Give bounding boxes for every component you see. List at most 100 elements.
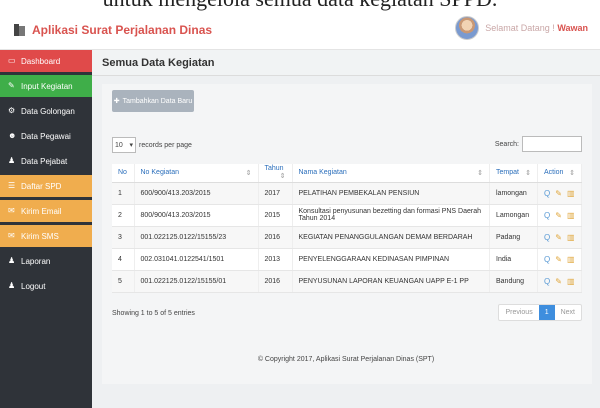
users-icon: ☻ — [8, 131, 17, 140]
table-controls: 10 ▾ records per page Search: — [112, 136, 582, 154]
user-icon: ♟ — [8, 156, 16, 165]
table-cell: 001.022125.0122/15155/23 — [134, 226, 259, 249]
sidebar-item-laporan[interactable]: ♟ Laporan — [0, 250, 92, 272]
table-cell: 1 — [112, 182, 135, 205]
column-header-tahun[interactable]: Tahun ⇕ — [258, 164, 293, 183]
previous-button[interactable]: Previous — [499, 305, 538, 320]
user-menu[interactable]: Selamat Datang ! Wawan — [455, 16, 588, 40]
sidebar-item-label: Input Kegiatan — [21, 81, 73, 91]
records-per-page-value: 10 — [115, 141, 123, 149]
kegiatan-table: No No Kegiatan ⇕ Tahun ⇕ Nama Kegiatan ⇕ Te… — [112, 164, 582, 293]
search-label: Search: — [494, 140, 519, 148]
sidebar-item-daftar-spd[interactable]: ☰ Daftar SPD — [0, 175, 92, 197]
sort-icon: ⇕ — [245, 169, 252, 177]
table-cell: 4 — [112, 248, 135, 271]
sidebar-item-label: Laporan — [21, 256, 51, 266]
edit-icon[interactable]: ✎ — [555, 233, 562, 242]
records-per-page-select[interactable]: 10 ▾ — [112, 137, 136, 153]
action-cell: Q ✎ ▥ — [537, 182, 582, 205]
delete-icon[interactable]: ▥ — [567, 277, 575, 286]
sidebar-item-data-pejabat[interactable]: ♟ Data Pejabat — [0, 150, 92, 172]
data-panel: ✚ Tambahkan Data Baru 10 ▾ records per p… — [102, 84, 592, 384]
delete-icon[interactable]: ▥ — [567, 233, 575, 242]
sidebar-item-data-pegawai[interactable]: ☻ Data Pegawai — [0, 125, 92, 147]
page-title: Semua Data Kegiatan — [92, 50, 600, 76]
sidebar-item-kirim-sms[interactable]: ✉ Kirim SMS — [0, 225, 92, 247]
table-cell: 2015 — [258, 204, 293, 227]
action-cell: Q ✎ ▥ — [537, 226, 582, 249]
delete-icon[interactable]: ▥ — [567, 255, 575, 264]
table-cell: 2017 — [258, 182, 293, 205]
email-icon: ✉ — [8, 206, 15, 215]
column-header-tempat[interactable]: Tempat ⇕ — [489, 164, 538, 183]
edit-icon[interactable]: ✎ — [555, 189, 562, 198]
sidebar-item-label: Data Golongan — [21, 106, 75, 116]
table-cell: Konsultasi penyusunan bezetting dan form… — [292, 204, 490, 227]
table-row: 1 600/900/413.203/2015 2017 PELATIHAN PEMBE… — [112, 182, 582, 205]
table-cell: 2 — [112, 204, 135, 227]
table-cell: Lamongan — [489, 204, 538, 227]
sidebar: ▭ Dashboard ✎ Input Kegiatan ⚙ Data Golongan ☻… — [0, 50, 92, 408]
edit-icon[interactable]: ✎ — [555, 255, 562, 264]
top-bar: Aplikasi Surat Perjalanan Dinas Selamat … — [0, 12, 600, 50]
delete-icon[interactable]: ▥ — [567, 211, 575, 220]
sidebar-item-label: Data Pegawai — [21, 131, 71, 141]
report-icon: ♟ — [8, 256, 16, 265]
logout-icon: ♟ — [8, 281, 16, 290]
table-row: 3 001.022125.0122/15155/23 2016 KEGIATAN PE… — [112, 226, 582, 249]
pagination: Previous 1 Next — [498, 304, 582, 321]
add-data-label: Tambahkan Data Baru — [122, 97, 193, 105]
edit-icon[interactable]: ✎ — [555, 277, 562, 286]
table-cell: 2016 — [258, 226, 293, 249]
table-cell: 3 — [112, 226, 135, 249]
brand[interactable]: Aplikasi Surat Perjalanan Dinas — [14, 23, 212, 37]
add-data-button[interactable]: ✚ Tambahkan Data Baru — [112, 90, 194, 112]
view-icon[interactable]: Q — [544, 189, 550, 198]
user-greeting: Selamat Datang ! Wawan — [485, 23, 588, 33]
table-cell: lamongan — [489, 182, 538, 205]
greeting-text: Selamat Datang ! — [485, 23, 555, 33]
next-button[interactable]: Next — [555, 305, 581, 320]
view-icon[interactable]: Q — [544, 211, 550, 220]
search-input[interactable] — [522, 136, 582, 152]
table-row: 2 800/900/413.203/2015 2015 Konsultasi peny… — [112, 204, 582, 227]
column-header-no-kegiatan[interactable]: No Kegiatan ⇕ — [134, 164, 259, 183]
sidebar-item-logout[interactable]: ♟ Logout — [0, 275, 92, 297]
records-per-page-label: records per page — [139, 141, 192, 149]
action-cell: Q ✎ ▥ — [537, 270, 582, 293]
sort-icon: ⇕ — [525, 169, 531, 177]
page-1-button[interactable]: 1 — [538, 305, 555, 320]
sort-icon: ⇕ — [477, 169, 483, 177]
footer-copyright: © Copyright 2017, Aplikasi Surat Perjala… — [257, 356, 435, 363]
sort-icon: ⇕ — [279, 173, 286, 181]
view-icon[interactable]: Q — [544, 255, 550, 264]
sidebar-item-label: Kirim SMS — [21, 231, 59, 241]
view-icon[interactable]: Q — [544, 277, 550, 286]
table-cell: 002.031041.0122541/1501 — [134, 248, 259, 271]
sidebar-item-label: Data Pejabat — [21, 156, 68, 166]
table-cell: 2016 — [258, 270, 293, 293]
sidebar-item-kirim-email[interactable]: ✉ Kirim Email — [0, 200, 92, 222]
main-content: Semua Data Kegiatan ✚ Tambahkan Data Bar… — [92, 50, 600, 408]
sidebar-item-data-golongan[interactable]: ⚙ Data Golongan — [0, 100, 92, 122]
edit-icon[interactable]: ✎ — [555, 211, 562, 220]
sort-icon: ⇕ — [569, 169, 575, 177]
sidebar-item-dashboard[interactable]: ▭ Dashboard — [0, 50, 92, 72]
table-cell: 5 — [112, 270, 135, 293]
column-header-no[interactable]: No — [112, 164, 135, 183]
app-title: Aplikasi Surat Perjalanan Dinas — [32, 23, 213, 37]
sidebar-item-input-kegiatan[interactable]: ✎ Input Kegiatan — [0, 75, 92, 97]
delete-icon[interactable]: ▥ — [567, 189, 575, 198]
username: Wawan — [557, 23, 588, 33]
table-cell: 800/900/413.203/2015 — [134, 204, 259, 227]
column-header-action[interactable]: Action ⇕ — [537, 164, 582, 183]
chevron-down-icon: ▾ — [129, 142, 133, 149]
table-cell: PELATIHAN PEMBEKALAN PENSIUN — [292, 182, 490, 205]
list-icon: ☰ — [8, 181, 16, 190]
entries-info: Showing 1 to 5 of 5 entries — [112, 310, 195, 317]
pencil-icon: ✎ — [8, 81, 15, 90]
view-icon[interactable]: Q — [544, 233, 550, 242]
avatar[interactable] — [455, 16, 480, 40]
column-header-nama-kegiatan[interactable]: Nama Kegiatan ⇕ — [292, 164, 490, 183]
sms-icon: ✉ — [8, 231, 15, 240]
